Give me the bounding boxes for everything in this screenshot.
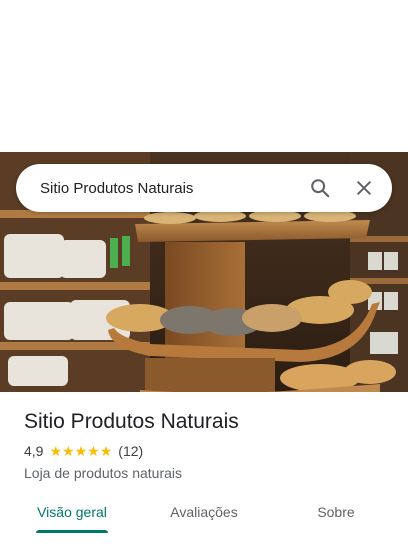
rating-value: 4,9 [24, 443, 44, 459]
star-icon: ★ [99, 443, 113, 459]
search-icon [311, 179, 330, 198]
rating-row[interactable]: 4,9 ★ ★ ★ ★ ★ (12) [24, 442, 392, 460]
close-button[interactable] [342, 164, 386, 212]
tab-about[interactable]: Sobre [288, 496, 384, 536]
search-bar[interactable]: Sitio Produtos Naturais [16, 164, 392, 212]
star-icon: ★ [87, 443, 100, 459]
star-icon: ★ [62, 443, 75, 459]
map-blank-area [0, 0, 408, 152]
active-tab-indicator [36, 530, 108, 533]
search-input[interactable]: Sitio Produtos Naturais [16, 180, 298, 197]
rating-stars: ★ ★ ★ ★ ★ [49, 444, 112, 458]
close-icon [357, 181, 371, 195]
place-title: Sitio Produtos Naturais [24, 410, 239, 433]
review-count[interactable]: (12) [118, 442, 143, 460]
place-category: Loja de produtos naturais [24, 465, 182, 481]
search-button[interactable] [298, 164, 342, 212]
tab-reviews[interactable]: Avaliações [156, 496, 252, 536]
star-icon: ★ [49, 443, 63, 459]
star-icon: ★ [74, 443, 88, 459]
tab-bar: Visão geral Avaliações Sobre [0, 496, 408, 536]
place-info: Sitio Produtos Naturais 4,9 ★ ★ ★ ★ ★ (1… [24, 408, 392, 482]
